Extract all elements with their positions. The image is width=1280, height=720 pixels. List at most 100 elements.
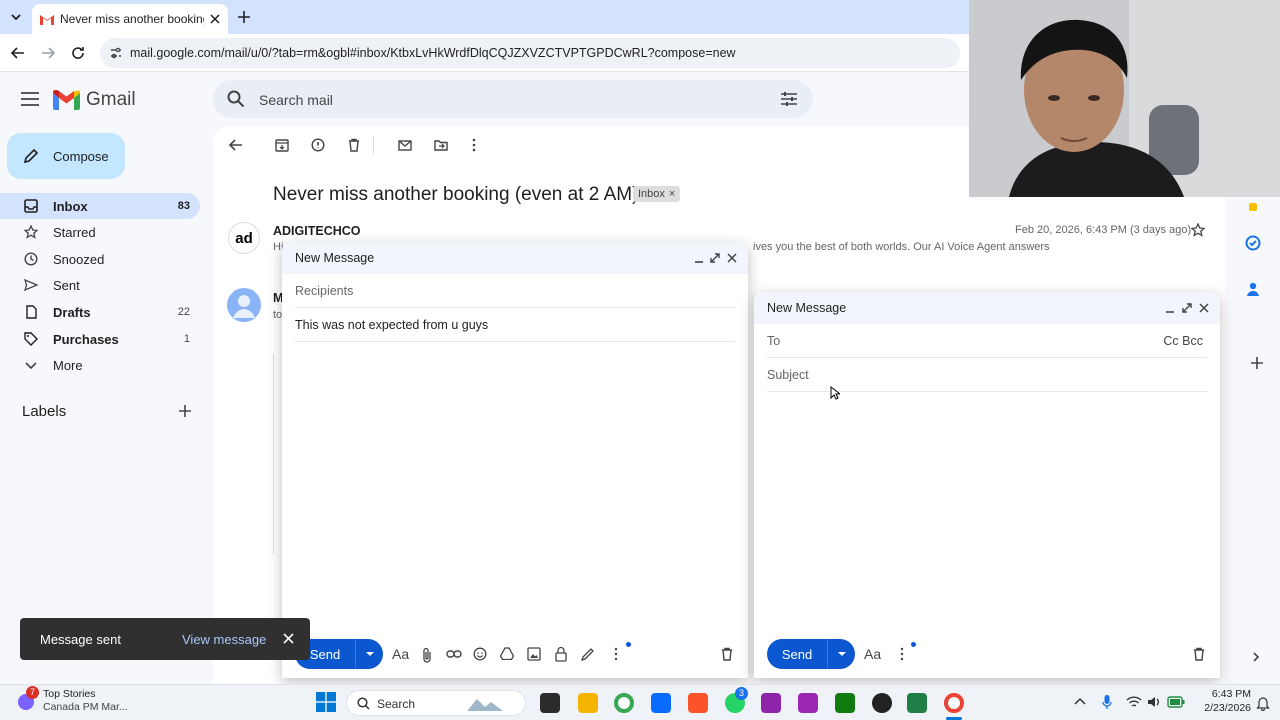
- site-info-icon[interactable]: [109, 46, 123, 60]
- recipients-field[interactable]: Recipients: [295, 275, 735, 308]
- reload-icon[interactable]: [70, 45, 86, 61]
- windows-taskbar: 7 Top Stories Canada PM Mar... Search 3 …: [0, 684, 1280, 720]
- expand-side-panel-icon[interactable]: [1251, 651, 1261, 663]
- minimize-icon[interactable]: [1165, 304, 1175, 314]
- send-options-icon[interactable]: [356, 651, 383, 657]
- compose-button[interactable]: Compose: [7, 133, 125, 179]
- labels-heading: Labels: [22, 403, 67, 420]
- compose-window-2: New Message To Cc Bcc Subject Send Aa: [754, 292, 1220, 678]
- compose-header[interactable]: New Message: [282, 242, 748, 274]
- wifi-icon[interactable]: [1126, 695, 1142, 709]
- brave-icon[interactable]: [688, 693, 708, 713]
- signature-pen-icon[interactable]: [581, 647, 595, 661]
- news-subtitle[interactable]: Canada PM Mar...: [43, 701, 128, 713]
- tab-list-dropdown-icon[interactable]: [8, 9, 24, 25]
- mark-unread-icon[interactable]: [398, 138, 412, 152]
- news-title[interactable]: Top Stories: [43, 688, 96, 700]
- close-icon[interactable]: [1199, 303, 1209, 313]
- send-button[interactable]: Send: [767, 647, 827, 662]
- taskbar-search-box[interactable]: Search: [346, 690, 526, 716]
- battery-icon[interactable]: [1167, 696, 1185, 708]
- windows-start-icon[interactable]: [316, 692, 336, 712]
- attach-file-icon[interactable]: [422, 647, 432, 663]
- browser-tab-gmail[interactable]: Never miss another booking (e: [32, 4, 228, 34]
- forward-arrow-icon[interactable]: [40, 45, 56, 61]
- close-tab-icon[interactable]: [210, 14, 220, 24]
- fullscreen-icon[interactable]: [710, 253, 720, 263]
- report-spam-icon[interactable]: [311, 138, 325, 152]
- task-view-icon[interactable]: [540, 693, 560, 713]
- drive-icon[interactable]: [500, 647, 514, 660]
- nav-item-purchases[interactable]: Purchases 1: [0, 326, 200, 352]
- formatting-options-icon[interactable]: Aa: [392, 646, 409, 662]
- star-email-icon[interactable]: [1191, 223, 1205, 237]
- nav-item-starred[interactable]: Starred: [0, 219, 200, 245]
- subject-field[interactable]: This was not expected from u guys: [295, 309, 735, 342]
- nav-item-snoozed[interactable]: Snoozed: [0, 246, 200, 272]
- compose-header[interactable]: New Message: [754, 292, 1220, 324]
- back-arrow-icon[interactable]: [10, 45, 26, 61]
- show-hidden-icons-chevron-up-icon[interactable]: [1074, 696, 1086, 706]
- message-body[interactable]: [767, 396, 1207, 626]
- xbox-icon[interactable]: [835, 693, 855, 713]
- back-to-inbox-icon[interactable]: [229, 138, 243, 152]
- nav-item-more[interactable]: More: [0, 352, 200, 378]
- email-date: Feb 20, 2026, 6:43 PM (3 days ago): [1015, 224, 1192, 236]
- more-options-icon[interactable]: [900, 647, 904, 661]
- insert-link-icon[interactable]: [446, 648, 462, 660]
- emoji-icon[interactable]: [473, 647, 487, 661]
- new-tab-plus-icon[interactable]: [236, 9, 252, 25]
- contacts-icon[interactable]: [1245, 281, 1261, 297]
- keep-icon[interactable]: [1249, 203, 1257, 211]
- chrome-active-icon[interactable]: [944, 693, 964, 713]
- more-options-icon[interactable]: [614, 647, 618, 661]
- send-options-icon[interactable]: [828, 651, 855, 657]
- recorder-app-icon[interactable]: [872, 693, 892, 713]
- onenote-icon[interactable]: [798, 693, 818, 713]
- volume-icon[interactable]: [1147, 695, 1161, 709]
- microphone-icon[interactable]: [1102, 694, 1112, 710]
- fullscreen-icon[interactable]: [1182, 303, 1192, 313]
- close-icon[interactable]: [727, 253, 737, 263]
- close-toast-icon[interactable]: [283, 633, 294, 644]
- more-actions-icon[interactable]: [471, 138, 477, 152]
- discard-draft-icon[interactable]: [721, 647, 733, 661]
- search-input[interactable]: Search mail: [259, 92, 333, 108]
- cc-bcc-link[interactable]: Cc Bcc: [1163, 334, 1203, 348]
- discard-draft-icon[interactable]: [1193, 647, 1205, 661]
- nav-item-sent[interactable]: Sent: [0, 272, 200, 298]
- archive-icon[interactable]: [275, 138, 289, 152]
- add-label-plus-icon[interactable]: [178, 404, 192, 418]
- clock-time[interactable]: 6:43 PM: [1191, 688, 1251, 700]
- notifications-icon[interactable]: [1256, 695, 1270, 711]
- excel-icon[interactable]: [907, 693, 927, 713]
- tasks-icon[interactable]: [1245, 235, 1261, 251]
- store-icon[interactable]: [651, 693, 671, 713]
- search-icon[interactable]: [227, 90, 245, 108]
- clock-date[interactable]: 2/23/2026: [1191, 702, 1251, 714]
- get-addons-plus-icon[interactable]: [1250, 356, 1264, 370]
- chrome-icon[interactable]: [614, 693, 634, 713]
- formatting-options-icon[interactable]: Aa: [864, 646, 881, 662]
- search-bar[interactable]: Search mail: [213, 80, 813, 118]
- delete-icon[interactable]: [347, 138, 361, 152]
- move-to-icon[interactable]: [434, 138, 448, 152]
- to-field[interactable]: To Cc Bcc: [767, 325, 1207, 358]
- search-options-icon[interactable]: [780, 90, 798, 108]
- nav-item-inbox[interactable]: Inbox 83: [0, 193, 200, 219]
- main-menu-icon[interactable]: [20, 91, 40, 107]
- insert-photo-icon[interactable]: [527, 647, 541, 661]
- media-app-icon[interactable]: [761, 693, 781, 713]
- address-bar[interactable]: mail.google.com/mail/u/0/?tab=rm&ogbl#in…: [100, 38, 960, 68]
- view-message-link[interactable]: View message: [182, 632, 266, 647]
- inbox-label-chip[interactable]: Inbox ×: [633, 186, 681, 202]
- toolbar-divider: [373, 136, 374, 154]
- gmail-logo[interactable]: Gmail: [53, 89, 136, 111]
- remove-label-icon[interactable]: ×: [669, 188, 675, 200]
- minimize-icon[interactable]: [694, 254, 704, 264]
- message-body[interactable]: [295, 346, 735, 626]
- confidential-mode-icon[interactable]: [554, 646, 568, 662]
- toast-message: Message sent: [40, 632, 121, 647]
- nav-item-drafts[interactable]: Drafts 22: [0, 299, 200, 325]
- file-explorer-icon[interactable]: [578, 693, 598, 713]
